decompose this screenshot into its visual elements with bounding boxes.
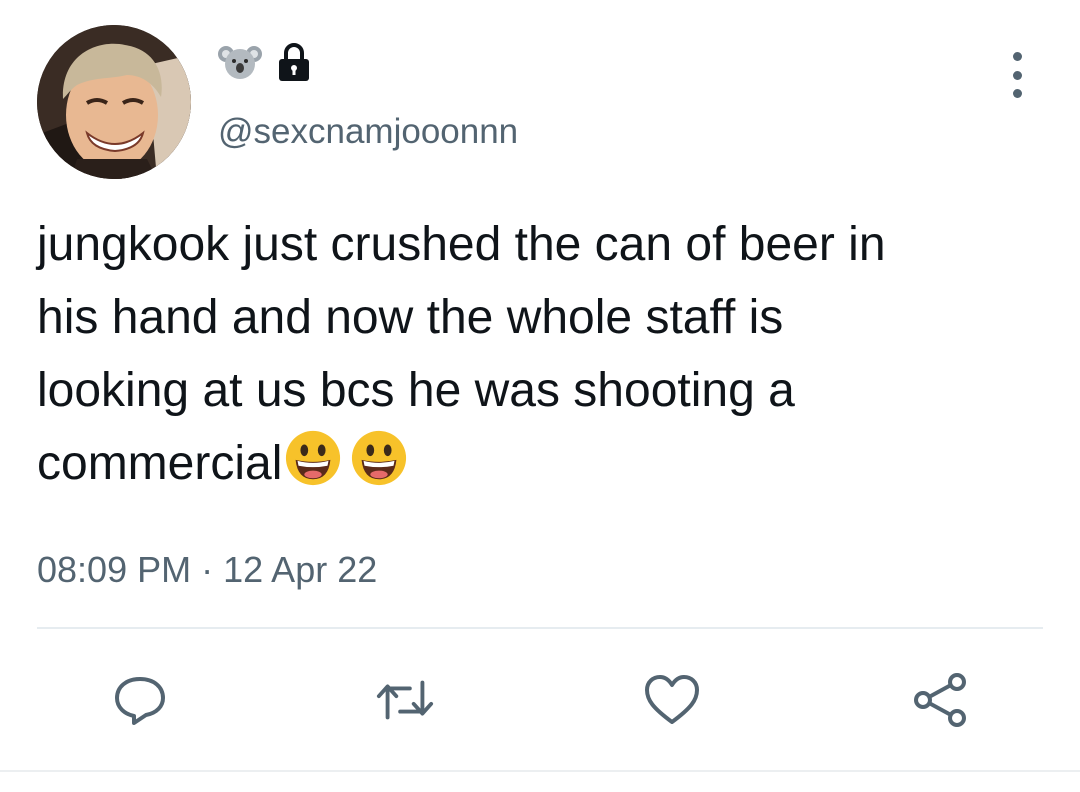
- like-icon: [645, 675, 699, 724]
- retweet-icon: [376, 680, 434, 720]
- tweet-text-line: looking at us bcs he was shooting a: [37, 364, 795, 417]
- reply-icon: [115, 677, 165, 725]
- share-button[interactable]: [910, 672, 970, 728]
- tweet-card: @sexcnamjooonnn jungkook just crushed th…: [0, 0, 1080, 792]
- divider: [37, 627, 1043, 629]
- avatar[interactable]: [37, 25, 191, 179]
- tweet-text-line: jungkook just crushed the can of beer in: [37, 218, 886, 271]
- lock-icon: [276, 42, 312, 87]
- reply-button[interactable]: [110, 672, 170, 728]
- tweet-time: 08:09 PM: [37, 549, 192, 590]
- display-name-row[interactable]: [218, 42, 312, 87]
- koala-icon: [218, 42, 262, 87]
- more-options-icon[interactable]: [1000, 52, 1034, 98]
- share-icon: [914, 673, 966, 727]
- retweet-button[interactable]: [375, 672, 435, 728]
- grinning-face-icon: [352, 430, 407, 486]
- tweet-text-line: commercial: [37, 437, 283, 490]
- tweet-text-line: his hand and now the whole staff is: [37, 291, 784, 344]
- tweet-timestamp[interactable]: 08:09 PM · 12 Apr 22: [37, 546, 377, 594]
- avatar-image: [37, 25, 191, 179]
- grinning-face-icon: [286, 430, 341, 486]
- like-button[interactable]: [642, 672, 702, 728]
- timestamp-separator: ·: [201, 549, 214, 590]
- bottom-divider: [0, 770, 1080, 772]
- tweet-date: 12 Apr 22: [223, 549, 378, 590]
- tweet-text: jungkook just crushed the can of beer in…: [37, 208, 1037, 500]
- user-handle[interactable]: @sexcnamjooonnn: [218, 110, 518, 154]
